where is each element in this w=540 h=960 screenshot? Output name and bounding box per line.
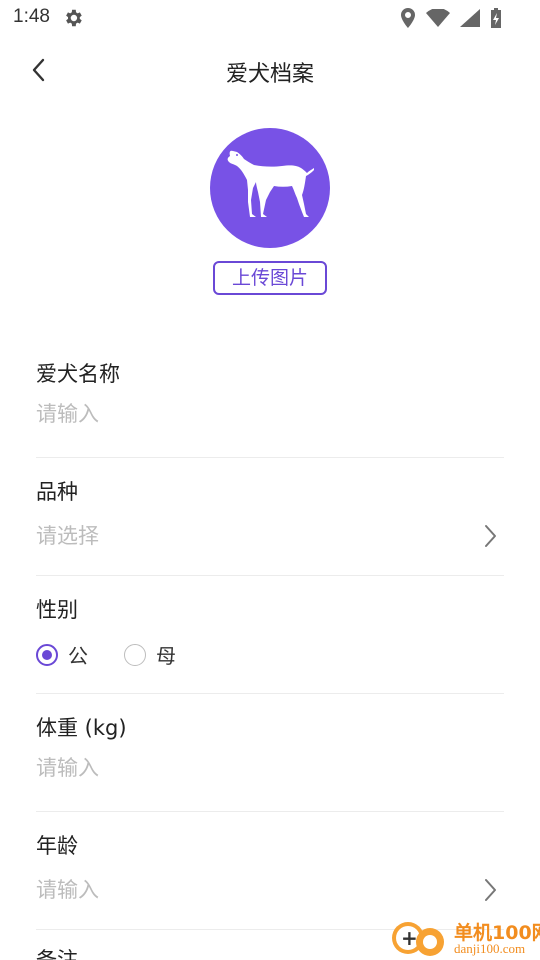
chevron-right-icon bbox=[485, 525, 496, 547]
field-weight: 体重 (kg) bbox=[36, 694, 504, 812]
plus-icon: + bbox=[401, 926, 418, 950]
status-time: 1:48 bbox=[13, 6, 50, 27]
wifi-icon bbox=[426, 9, 450, 27]
dog-name-label: 爱犬名称 bbox=[36, 362, 120, 386]
age-placeholder: 请输入 bbox=[36, 878, 99, 902]
breed-select[interactable]: 请选择 bbox=[36, 520, 504, 554]
watermark-logo: + 单机100网 danji100.com bbox=[392, 916, 540, 960]
field-breed: 品种 请选择 bbox=[36, 458, 504, 576]
dog-profile-form: 爱犬名称 品种 请选择 性别 公 母 体重 (kg) 年龄 bbox=[36, 340, 504, 930]
dog-name-input[interactable] bbox=[36, 402, 456, 426]
weight-label: 体重 (kg) bbox=[36, 716, 127, 740]
age-label: 年龄 bbox=[36, 834, 78, 858]
radio-checked-icon bbox=[36, 643, 58, 666]
gender-radio-group: 公 母 bbox=[36, 640, 212, 669]
gender-male-label: 公 bbox=[68, 644, 88, 668]
location-icon bbox=[401, 8, 415, 28]
status-bar: 1:48 bbox=[0, 0, 540, 36]
dog-icon bbox=[227, 150, 314, 217]
upload-photo-button[interactable]: 上传图片 bbox=[213, 261, 327, 295]
chevron-right-icon bbox=[485, 879, 496, 901]
breed-label: 品种 bbox=[36, 480, 78, 504]
age-select[interactable]: 请输入 bbox=[36, 874, 504, 908]
battery-charging-icon bbox=[491, 8, 501, 28]
signal-icon bbox=[460, 9, 480, 27]
watermark-subtitle: danji100.com bbox=[454, 941, 526, 956]
gender-label: 性别 bbox=[36, 598, 78, 622]
weight-input[interactable] bbox=[36, 756, 456, 780]
watermark-ring-icon bbox=[416, 928, 444, 956]
breed-placeholder: 请选择 bbox=[36, 524, 99, 548]
gender-option-female[interactable]: 母 bbox=[124, 640, 176, 669]
nav-bar: 爱犬档案 bbox=[0, 44, 540, 96]
gender-option-male[interactable]: 公 bbox=[36, 640, 88, 669]
gender-female-label: 母 bbox=[156, 644, 176, 668]
notes-label: 备注 bbox=[36, 948, 78, 960]
page-title: 爱犬档案 bbox=[225, 62, 314, 87]
field-gender: 性别 公 母 bbox=[36, 576, 504, 694]
gear-icon bbox=[66, 9, 82, 27]
radio-unchecked-icon bbox=[124, 643, 146, 666]
field-dog-name: 爱犬名称 bbox=[36, 340, 504, 458]
field-age: 年龄 请输入 bbox=[36, 812, 504, 930]
dog-avatar[interactable] bbox=[210, 128, 330, 248]
